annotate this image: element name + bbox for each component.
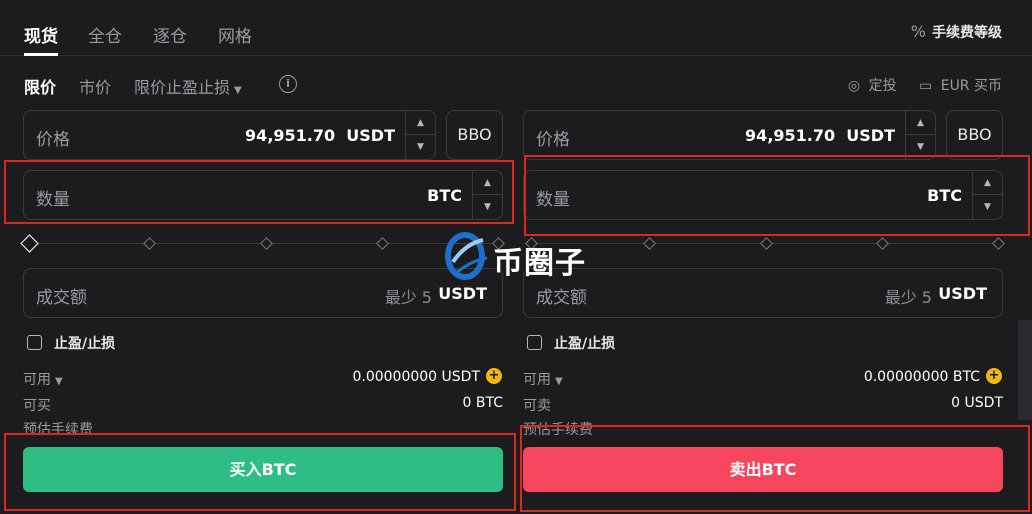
stepper-down-icon[interactable]: ▼ xyxy=(906,135,935,159)
scrollbar-edge[interactable] xyxy=(1018,320,1032,420)
sell-tpsl-checkbox[interactable] xyxy=(527,335,542,350)
buy-button[interactable]: 买入BTC xyxy=(23,447,503,492)
buy-amount-hint: 最少 5 xyxy=(384,288,432,307)
buy-available-value: 0.00000000 USDT + xyxy=(352,368,502,385)
watermark-logo: 币圈子 xyxy=(443,232,593,282)
buy-slider-mark-75[interactable] xyxy=(376,237,389,250)
order-type-tpsl[interactable]: 限价止盈止损 ▼ xyxy=(134,74,242,98)
sell-slider-mark-100[interactable] xyxy=(992,237,1005,250)
add-funds-icon[interactable]: + xyxy=(986,368,1002,384)
sell-quantity-unit: BTC xyxy=(927,186,962,205)
sell-slider-mark-50[interactable] xyxy=(760,237,773,250)
tab-grid[interactable]: 网格 xyxy=(218,22,252,47)
buy-slider-mark-50[interactable] xyxy=(260,237,273,250)
stepper-up-icon[interactable]: ▲ xyxy=(906,111,935,135)
sell-amount-field[interactable]: 成交额 最少 5 USDT xyxy=(523,268,1003,318)
fee-level-label: 手续费等级 xyxy=(932,25,1002,41)
buy-tpsl-checkbox[interactable] xyxy=(27,335,42,350)
buy-slider-handle[interactable] xyxy=(20,234,39,253)
buy-quantity-label: 数量 xyxy=(36,190,70,210)
sell-tpsl-label: 止盈/止损 xyxy=(554,336,616,352)
sell-available-label[interactable]: 可用 ▼ xyxy=(523,369,563,389)
buy-tpsl-toggle[interactable]: 止盈/止损 xyxy=(27,333,115,353)
buy-can-buy-value: 0 BTC xyxy=(462,395,503,411)
tab-isolated[interactable]: 逐仓 xyxy=(153,22,187,47)
sell-bbo-button[interactable]: BBO xyxy=(946,110,1003,160)
watermark-text: 币圈子 xyxy=(493,246,586,281)
chevron-down-icon: ▼ xyxy=(55,376,63,387)
sell-price-number: 94,951.70 xyxy=(745,126,836,145)
percent-icon: % xyxy=(910,22,926,41)
chevron-down-icon: ▼ xyxy=(234,85,242,96)
stepper-down-icon[interactable]: ▼ xyxy=(406,135,435,159)
sell-amount-unit: USDT xyxy=(938,284,987,303)
info-icon[interactable]: i xyxy=(279,75,297,93)
sell-quantity-label: 数量 xyxy=(536,190,570,210)
buy-slider-mark-25[interactable] xyxy=(143,237,156,250)
sell-price-label: 价格 xyxy=(536,130,570,150)
stepper-up-icon[interactable]: ▲ xyxy=(406,111,435,135)
eur-buy-label: EUR 买币 xyxy=(940,78,1002,94)
buy-price-unit: USDT xyxy=(346,126,395,145)
buy-bbo-button[interactable]: BBO xyxy=(446,110,503,160)
stepper-down-icon[interactable]: ▼ xyxy=(473,195,502,219)
chevron-down-icon: ▼ xyxy=(555,376,563,387)
sell-available-text: 可用 xyxy=(523,372,551,388)
sell-available-amount: 0.00000000 BTC xyxy=(863,369,980,385)
buy-fee-label: 预估手续费 xyxy=(23,422,93,438)
right-links: ◎ 定投 ▭ EUR 买币 xyxy=(844,75,1002,95)
buy-quantity-field[interactable]: 数量 BTC ▲ ▼ xyxy=(23,170,503,220)
sell-price-field[interactable]: 价格 94,951.70 USDT ▲ ▼ xyxy=(523,110,936,160)
buy-price-value: 94,951.70 USDT xyxy=(245,126,395,145)
sell-quantity-stepper[interactable]: ▲ ▼ xyxy=(972,171,1002,219)
buy-amount-unit: USDT xyxy=(438,284,487,303)
dca-link[interactable]: ◎ 定投 xyxy=(848,78,897,94)
stepper-up-icon[interactable]: ▲ xyxy=(473,171,502,195)
stepper-up-icon[interactable]: ▲ xyxy=(973,171,1002,195)
active-tab-indicator xyxy=(24,53,58,56)
sell-available-value: 0.00000000 BTC + xyxy=(863,368,1002,385)
buy-price-number: 94,951.70 xyxy=(245,126,336,145)
buy-quantity-stepper[interactable]: ▲ ▼ xyxy=(472,171,502,219)
sell-can-sell-value: 0 USDT xyxy=(951,395,1003,411)
buy-tpsl-label: 止盈/止损 xyxy=(54,336,116,352)
order-type-limit[interactable]: 限价 xyxy=(24,74,56,98)
sell-can-sell-label: 可卖 xyxy=(523,398,551,414)
sell-amount-hint: 最少 5 xyxy=(884,288,932,307)
buy-price-stepper[interactable]: ▲ ▼ xyxy=(405,111,435,159)
buy-available-label[interactable]: 可用 ▼ xyxy=(23,369,63,389)
fee-level-link[interactable]: % 手续费等级 xyxy=(911,22,1002,42)
eur-buy-link[interactable]: ▭ EUR 买币 xyxy=(919,78,1002,94)
tab-spot[interactable]: 现货 xyxy=(24,22,58,47)
buy-price-label: 价格 xyxy=(36,130,70,150)
watermark-icon xyxy=(445,232,488,280)
order-type-tpsl-label: 限价止盈止损 xyxy=(134,78,231,97)
buy-amount-label: 成交额 xyxy=(36,288,87,308)
sell-price-unit: USDT xyxy=(846,126,895,145)
buy-price-field[interactable]: 价格 94,951.70 USDT ▲ ▼ xyxy=(23,110,436,160)
sell-slider-mark-25[interactable] xyxy=(643,237,656,250)
buy-can-buy-label: 可买 xyxy=(23,398,51,414)
add-funds-icon[interactable]: + xyxy=(486,368,502,384)
sell-amount-label: 成交额 xyxy=(536,288,587,308)
sell-tpsl-toggle[interactable]: 止盈/止损 xyxy=(527,333,615,353)
stepper-down-icon[interactable]: ▼ xyxy=(973,195,1002,219)
market-tabs-bar: 现货 全仓 逐仓 网格 % 手续费等级 xyxy=(0,0,1032,56)
sell-slider-mark-75[interactable] xyxy=(876,237,889,250)
buy-quantity-unit: BTC xyxy=(427,186,462,205)
buy-amount-field[interactable]: 成交额 最少 5 USDT xyxy=(23,268,503,318)
tab-cross[interactable]: 全仓 xyxy=(88,22,122,47)
sell-quantity-field[interactable]: 数量 BTC ▲ ▼ xyxy=(523,170,1003,220)
sell-price-value: 94,951.70 USDT xyxy=(745,126,895,145)
buy-available-amount: 0.00000000 USDT xyxy=(352,369,480,385)
sell-price-stepper[interactable]: ▲ ▼ xyxy=(905,111,935,159)
sell-fee-label: 预估手续费 xyxy=(523,422,593,438)
buy-available-text: 可用 xyxy=(23,372,51,388)
order-type-market[interactable]: 市价 xyxy=(79,74,111,98)
dca-label: 定投 xyxy=(868,78,897,94)
sell-button[interactable]: 卖出BTC xyxy=(523,447,1003,492)
